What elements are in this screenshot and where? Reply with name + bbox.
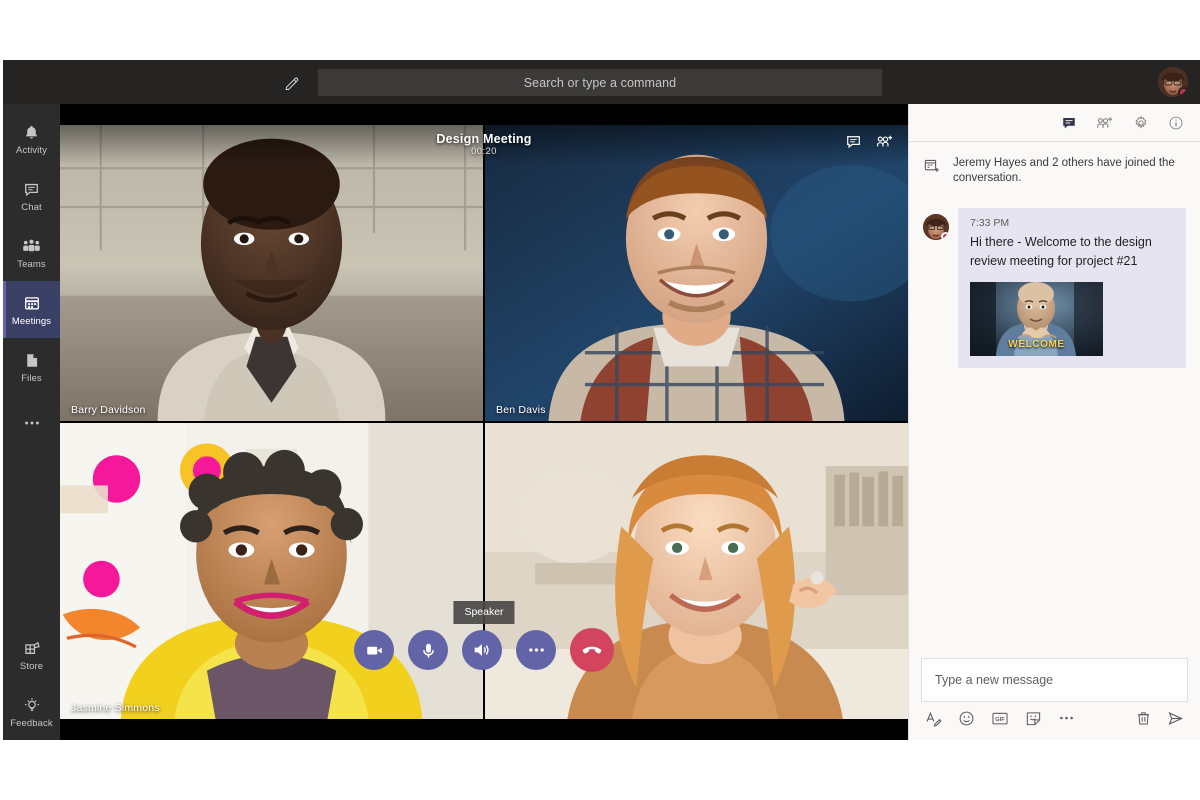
- page-root: Search or type a command Activity Chat T…: [0, 0, 1200, 800]
- toggle-microphone-button[interactable]: [408, 630, 448, 670]
- more-options-button[interactable]: [516, 630, 556, 670]
- presence-dot-busy: [1178, 87, 1188, 97]
- video-tile-participant[interactable]: Ben Davis: [485, 125, 908, 421]
- sidebar-item-label: Chat: [21, 201, 42, 213]
- file-icon: [24, 350, 40, 371]
- rail-spacer: [3, 452, 60, 626]
- composer-toolbar: GIF: [921, 702, 1188, 734]
- speaker-tooltip: Speaker: [453, 601, 515, 624]
- gif-icon[interactable]: GIF: [991, 711, 1009, 726]
- send-icon[interactable]: [1167, 710, 1184, 727]
- sidebar-item-label: Files: [21, 372, 42, 384]
- chat-message: 7:33 PM Hi there - Welcome to the design…: [923, 208, 1186, 368]
- participant-name: Ben Davis: [496, 404, 546, 416]
- ellipsis-icon[interactable]: [1058, 715, 1075, 721]
- participant-video: [60, 125, 483, 421]
- sidebar-item-activity[interactable]: Activity: [3, 110, 60, 167]
- add-people-icon[interactable]: [1096, 115, 1114, 131]
- bell-icon: [23, 122, 40, 143]
- avatar: [923, 214, 949, 240]
- message-bubble: 7:33 PM Hi there - Welcome to the design…: [958, 208, 1186, 368]
- composer-placeholder: Type a new message: [935, 673, 1054, 687]
- search-placeholder: Search or type a command: [523, 75, 677, 90]
- video-tile-participant[interactable]: [485, 423, 908, 719]
- gear-icon[interactable]: [1133, 115, 1149, 131]
- call-control-bar: [354, 628, 614, 672]
- user-avatar: [923, 214, 949, 240]
- sidebar-item-label: Teams: [17, 258, 46, 270]
- gif-caption: WELCOME: [1008, 339, 1065, 350]
- person-add-icon[interactable]: [876, 133, 894, 150]
- chat-bubble-icon[interactable]: [845, 133, 862, 150]
- sidebar-item-chat[interactable]: Chat: [3, 167, 60, 224]
- info-icon[interactable]: [1168, 115, 1184, 131]
- video-tile-participant[interactable]: Barry Davidson: [60, 125, 483, 421]
- chat-panel: Jeremy Hayes and 2 others have joined th…: [908, 104, 1200, 740]
- avatar[interactable]: [1158, 67, 1188, 97]
- chat-panel-header: [909, 104, 1200, 142]
- new-message-input[interactable]: Type a new message: [921, 658, 1188, 702]
- compose-icon[interactable]: [278, 70, 304, 96]
- participant-name: Jasmine Simmons: [71, 702, 160, 714]
- search-input[interactable]: Search or type a command: [318, 69, 882, 96]
- participant-video: [60, 423, 483, 719]
- sidebar-item-more[interactable]: [3, 395, 60, 452]
- chat-bubble-icon: [23, 179, 40, 200]
- presence-dot-busy: [941, 232, 949, 240]
- trash-icon[interactable]: [1136, 710, 1151, 727]
- meeting-header-actions: [845, 133, 894, 150]
- sidebar-item-label: Store: [19, 660, 44, 672]
- hang-up-button[interactable]: [570, 628, 614, 672]
- toggle-camera-button[interactable]: [354, 630, 394, 670]
- ellipsis-icon: [23, 412, 41, 433]
- video-tile-participant[interactable]: Jasmine Simmons: [60, 423, 483, 719]
- sidebar-item-label: Meetings: [11, 315, 52, 327]
- participant-video: [485, 125, 908, 421]
- system-message: Jeremy Hayes and 2 others have joined th…: [923, 156, 1186, 186]
- title-bar: Search or type a command: [3, 60, 1200, 104]
- chat-message-list[interactable]: Jeremy Hayes and 2 others have joined th…: [909, 142, 1200, 650]
- toggle-speaker-button[interactable]: [462, 630, 502, 670]
- sticker-icon[interactable]: [1025, 710, 1042, 727]
- calendar-icon: [23, 293, 41, 314]
- emoji-icon[interactable]: [958, 710, 975, 727]
- system-message-text: Jeremy Hayes and 2 others have joined th…: [953, 157, 1175, 184]
- people-icon: [22, 236, 41, 257]
- teams-app-window: Search or type a command Activity Chat T…: [3, 60, 1200, 740]
- participant-name: Barry Davidson: [71, 404, 146, 416]
- conversation-tab-icon[interactable]: [1061, 115, 1077, 131]
- meeting-stage: Barry Davidson Ben Davis Jasmine Simmons…: [60, 104, 908, 740]
- format-text-icon[interactable]: [925, 710, 942, 727]
- store-icon: [23, 638, 41, 659]
- sidebar-item-feedback[interactable]: Feedback: [3, 683, 60, 740]
- sidebar-item-meetings[interactable]: Meetings: [3, 281, 60, 338]
- message-text: Hi there - Welcome to the design review …: [970, 235, 1152, 268]
- svg-text:GIF: GIF: [995, 716, 1005, 722]
- message-timestamp: 7:33 PM: [970, 217, 1010, 229]
- lightbulb-icon: [23, 695, 41, 716]
- participant-video: [485, 423, 908, 719]
- sidebar-item-label: Feedback: [10, 717, 53, 729]
- app-rail: Activity Chat Teams Meetings Files Store…: [3, 104, 60, 740]
- message-composer: Type a new message GIF: [909, 650, 1200, 740]
- calendar-add-icon: [923, 156, 943, 180]
- message-gif[interactable]: WELCOME: [970, 282, 1103, 356]
- sidebar-item-teams[interactable]: Teams: [3, 224, 60, 281]
- sidebar-item-store[interactable]: Store: [3, 626, 60, 683]
- sidebar-item-files[interactable]: Files: [3, 338, 60, 395]
- user-avatar: [1158, 67, 1188, 97]
- window-body: Activity Chat Teams Meetings Files Store…: [3, 104, 1200, 740]
- sidebar-item-label: Activity: [16, 144, 47, 156]
